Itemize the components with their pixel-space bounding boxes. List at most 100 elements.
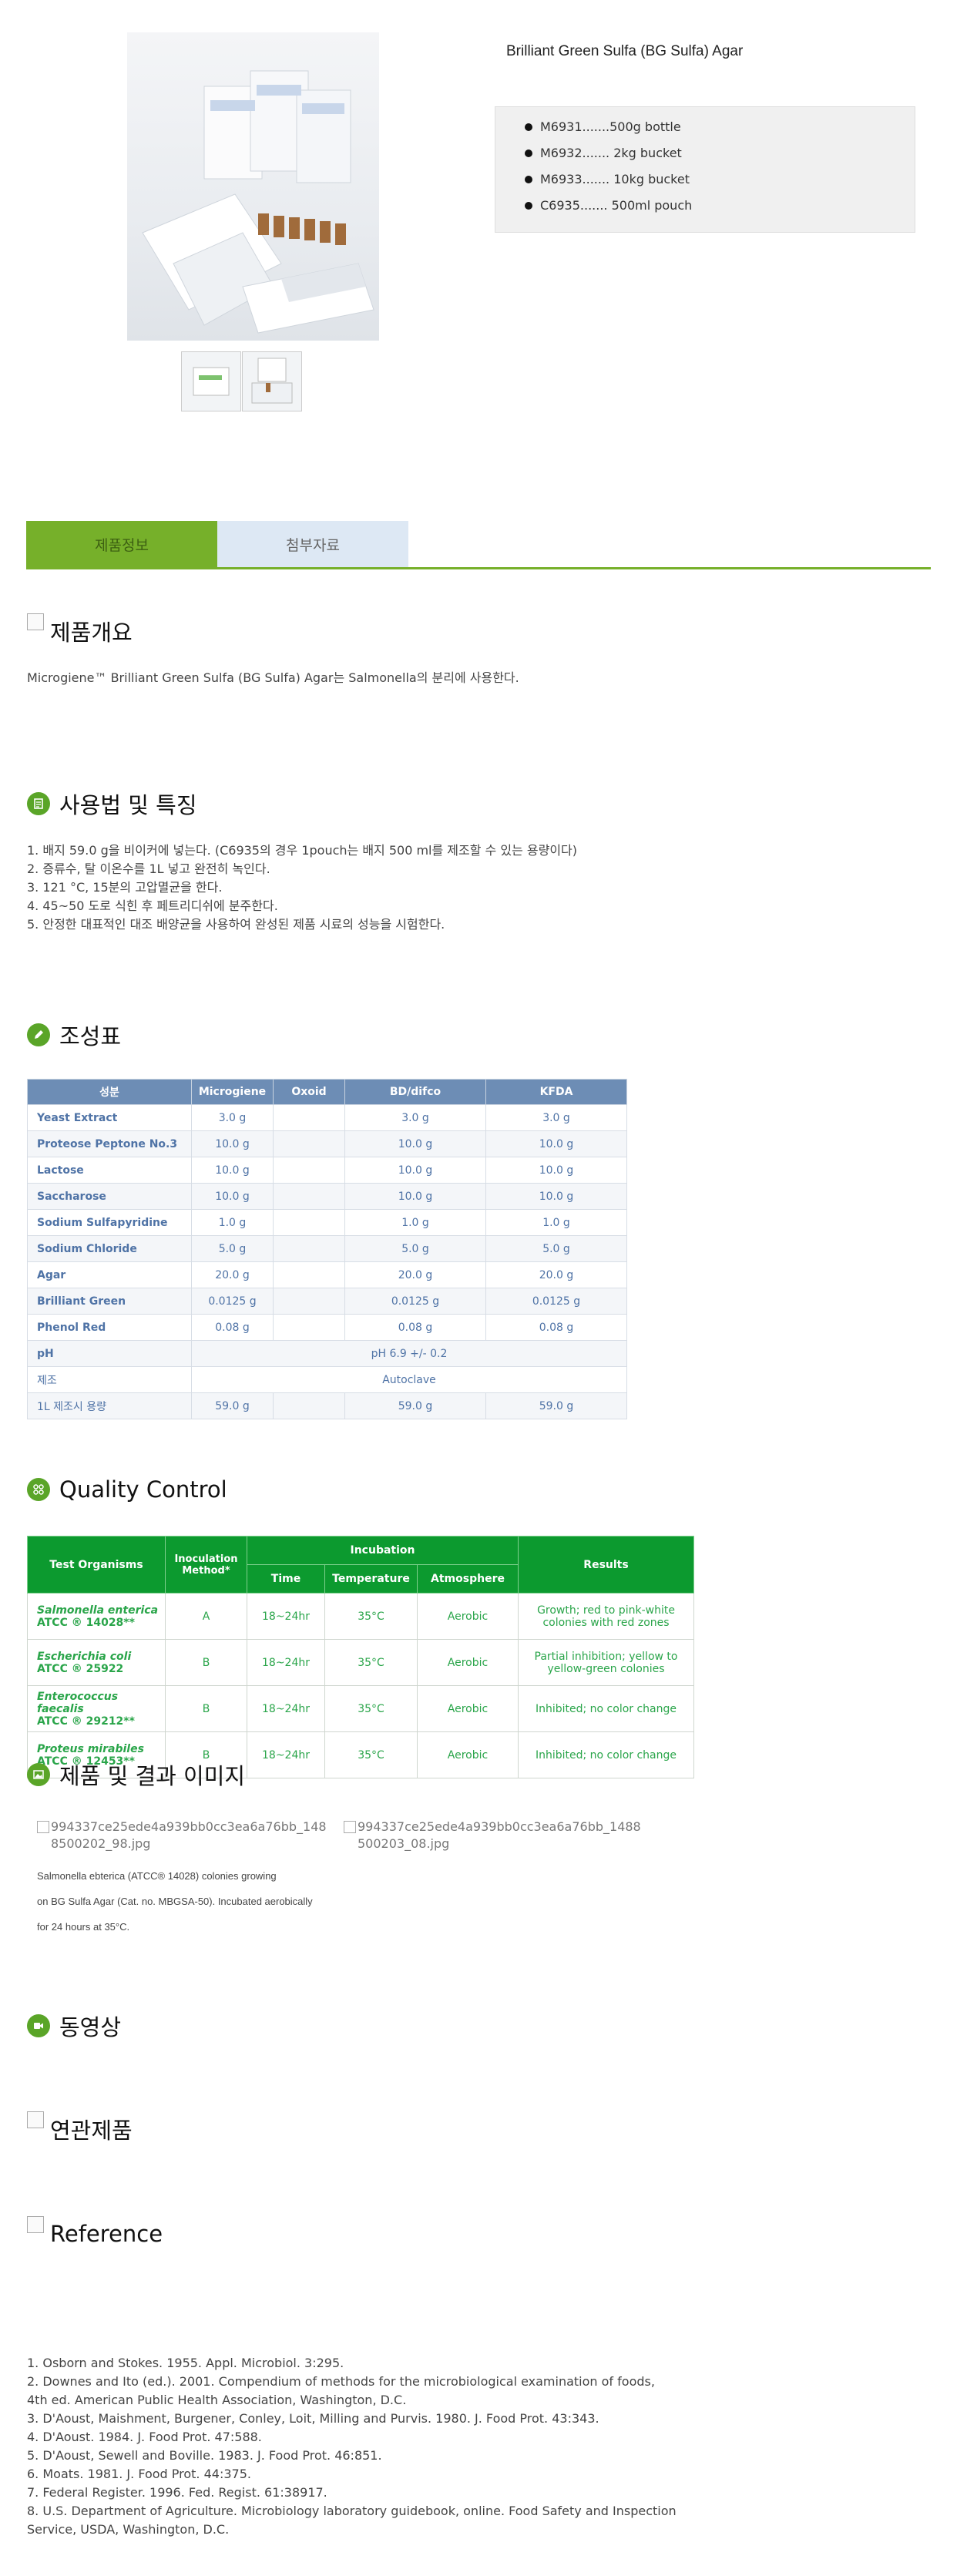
- atcc-number: ATCC ® 14028**: [37, 1616, 135, 1629]
- thumbnail-1-image: [193, 367, 230, 396]
- thumbnail-2[interactable]: [242, 351, 302, 411]
- cell: [273, 1392, 345, 1419]
- table-row: Brilliant Green 0.0125 g 0.0125 g 0.0125 g: [27, 1288, 627, 1315]
- usage-step: 5. 안정한 대표적인 대조 배양균을 사용하여 완성된 제품 시료의 성능을 …: [27, 917, 445, 932]
- tab-product-info[interactable]: 제품정보: [26, 521, 217, 567]
- column-header: BD/difco: [344, 1079, 486, 1105]
- cell: [273, 1314, 345, 1341]
- composition-table: 성분 Microgiene Oxoid BD/difco KFDA Yeast …: [27, 1079, 627, 1419]
- table-row: 1L 제조시 용량 59.0 g 59.0 g 59.0 g: [27, 1392, 627, 1419]
- cell: 1.0 g: [485, 1209, 627, 1236]
- cell: 59.0 g: [191, 1392, 274, 1419]
- section-title: 연관제품: [50, 2118, 133, 2144]
- section-title: 제품 및 결과 이미지: [59, 1763, 246, 1789]
- cell: 10.0 g: [485, 1157, 627, 1184]
- reference-item: Service, USDA, Washington, D.C.: [27, 2522, 230, 2537]
- table-row: Sodium Chloride 5.0 g 5.0 g 5.0 g: [27, 1235, 627, 1262]
- cell: 59.0 g: [485, 1392, 627, 1419]
- cell: Inhibited; no color change: [518, 1731, 694, 1778]
- section-qc-heading: Quality Control: [27, 1476, 227, 1503]
- organism-cell: Escherichia coli ATCC ® 25922: [27, 1639, 166, 1686]
- sku-text: M6932....... 2kg bucket: [540, 146, 682, 160]
- organism-name: Escherichia coli: [37, 1650, 132, 1663]
- table-row: Sodium Sulfapyridine 1.0 g 1.0 g 1.0 g: [27, 1209, 627, 1236]
- organism-name: Enterococcus faecalis: [37, 1690, 119, 1715]
- result-image-2: 994337ce25ede4a939bb0cc3ea6a76bb_1488500…: [344, 1819, 644, 1852]
- cell: Lactose: [27, 1157, 192, 1184]
- cell: B: [165, 1685, 247, 1732]
- cell: Yeast Extract: [27, 1104, 192, 1131]
- sku-item: M6931.......500g bottle: [525, 119, 681, 134]
- reference-item: 8. U.S. Department of Agriculture. Micro…: [27, 2504, 677, 2518]
- cell: Sodium Chloride: [27, 1235, 192, 1262]
- cell: 20.0 g: [191, 1261, 274, 1288]
- cell: Aerobic: [417, 1731, 519, 1778]
- tab-attachments[interactable]: 첨부자료: [217, 521, 408, 567]
- cell: Phenol Red: [27, 1314, 192, 1341]
- caption-line: for 24 hours at 35°C.: [37, 1921, 130, 1933]
- column-header: Incubation: [247, 1536, 519, 1565]
- image-caption: Salmonella ebterica (ATCC® 14028) coloni…: [37, 1863, 313, 1940]
- cell: pH 6.9 +/- 0.2: [191, 1340, 627, 1367]
- pencil-icon: [27, 1023, 50, 1046]
- column-header: Oxoid: [273, 1079, 345, 1105]
- organism-name: Proteus mirabiles: [37, 1742, 144, 1755]
- cell: Proteose Peptone No.3: [27, 1130, 192, 1157]
- column-header: Results: [518, 1536, 694, 1594]
- thumbnail-1[interactable]: [181, 351, 241, 411]
- section-usage-heading: 사용법 및 특징: [27, 788, 197, 820]
- section-title: 조성표: [59, 1023, 122, 1050]
- bullet-icon: [525, 149, 532, 157]
- usage-steps: 1. 배지 59.0 g을 비이커에 넣는다. (C6935의 경우 1pouc…: [27, 841, 577, 934]
- cell: 18~24hr: [247, 1593, 325, 1640]
- cell: pH: [27, 1340, 192, 1367]
- reference-item: 6. Moats. 1981. J. Food Prot. 44:375.: [27, 2467, 251, 2481]
- organism-cell: Salmonella enterica ATCC ® 14028**: [27, 1593, 166, 1640]
- column-header: 성분: [27, 1079, 192, 1105]
- usage-step: 2. 증류수, 탈 이온수를 1L 넣고 완전히 녹인다.: [27, 861, 270, 876]
- bullet-icon: [525, 123, 532, 131]
- broken-image: 994337ce25ede4a939bb0cc3ea6a76bb_1488500…: [37, 1819, 330, 1852]
- organism-name: Salmonella enterica: [37, 1604, 159, 1617]
- image-alt-text: 994337ce25ede4a939bb0cc3ea6a76bb_1488500…: [51, 1819, 327, 1851]
- cell: 59.0 g: [344, 1392, 486, 1419]
- tab-underline: [26, 567, 931, 569]
- cell: Agar: [27, 1261, 192, 1288]
- sku-item: M6932....... 2kg bucket: [525, 146, 682, 160]
- cell: 20.0 g: [344, 1261, 486, 1288]
- bullet-icon: [525, 201, 532, 210]
- column-header: Microgiene: [191, 1079, 274, 1105]
- section-title: Quality Control: [59, 1476, 227, 1503]
- cell: 5.0 g: [191, 1235, 274, 1262]
- cell: 10.0 g: [344, 1183, 486, 1210]
- cell: [273, 1130, 345, 1157]
- cell: Saccharose: [27, 1183, 192, 1210]
- cell: 0.08 g: [191, 1314, 274, 1341]
- sku-text: M6933....... 10kg bucket: [540, 172, 690, 186]
- cell: 3.0 g: [485, 1104, 627, 1131]
- cell: 0.08 g: [485, 1314, 627, 1341]
- organism-cell: Enterococcus faecalis ATCC ® 29212**: [27, 1685, 166, 1732]
- bullet-icon: [525, 175, 532, 183]
- reference-item: 4. D'Aoust. 1984. J. Food Prot. 47:588.: [27, 2430, 262, 2444]
- cell: 1.0 g: [344, 1209, 486, 1236]
- atcc-number: ATCC ® 25922: [37, 1662, 124, 1675]
- broken-image-icon: [27, 2216, 44, 2233]
- cell: 35°C: [324, 1639, 418, 1686]
- cell: 5.0 g: [344, 1235, 486, 1262]
- cell: [273, 1235, 345, 1262]
- qc-table: Test Organisms Inoculation Method* Incub…: [27, 1536, 694, 1778]
- cell: 0.0125 g: [485, 1288, 627, 1315]
- cell: 1.0 g: [191, 1209, 274, 1236]
- cell: 18~24hr: [247, 1639, 325, 1686]
- sku-text: M6931.......500g bottle: [540, 119, 681, 134]
- column-header: Inoculation Method*: [165, 1536, 247, 1594]
- table-row: Yeast Extract 3.0 g 3.0 g 3.0 g: [27, 1104, 627, 1131]
- cell: Aerobic: [417, 1593, 519, 1640]
- caption-line: on BG Sulfa Agar (Cat. no. MBGSA-50). In…: [37, 1896, 313, 1907]
- table-row: Saccharose 10.0 g 10.0 g 10.0 g: [27, 1183, 627, 1210]
- result-image-1: 994337ce25ede4a939bb0cc3ea6a76bb_1488500…: [37, 1819, 330, 1852]
- cell: 10.0 g: [344, 1130, 486, 1157]
- cell: Partial inhibition; yellow to yellow-gre…: [518, 1639, 694, 1686]
- cell: 5.0 g: [485, 1235, 627, 1262]
